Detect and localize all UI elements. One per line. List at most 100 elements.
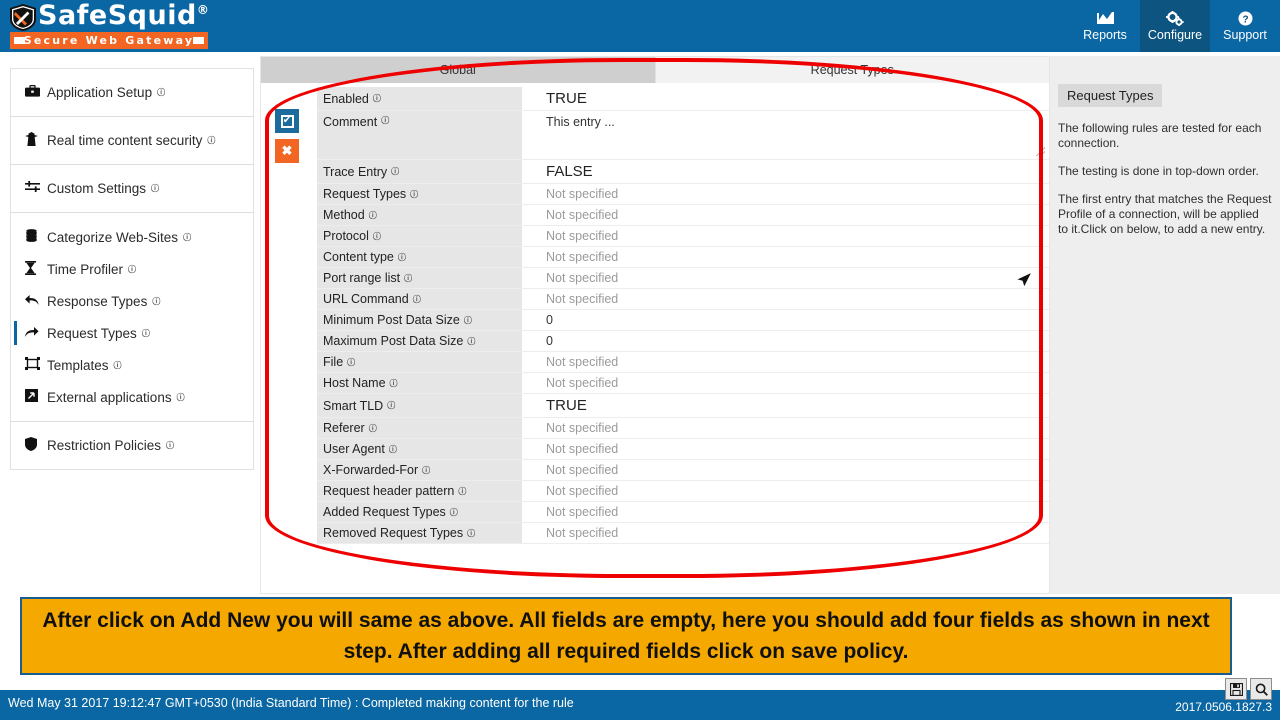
info-icon[interactable]: ⓘ [157, 87, 165, 98]
nav-item-support[interactable]: ? Support [1210, 0, 1280, 52]
save-icon[interactable] [1225, 678, 1247, 700]
info-icon[interactable]: ⓘ [373, 231, 381, 242]
info-icon[interactable]: ⓘ [467, 336, 475, 347]
label-text: URL Command [323, 292, 409, 306]
svg-text:?: ? [1242, 14, 1248, 25]
info-icon[interactable]: ⓘ [151, 183, 159, 194]
info-icon[interactable]: ⓘ [391, 166, 399, 177]
field-label-port-range-list: Port range list ⓘ [317, 268, 522, 288]
label-text: Enabled [323, 91, 369, 106]
info-icon[interactable]: ⓘ [152, 296, 160, 307]
info-icon[interactable]: ⓘ [183, 232, 191, 243]
sidebar-item-custom-settings[interactable]: Custom Settings ⓘ [11, 165, 253, 212]
logo-registered-mark: ® [196, 3, 210, 17]
field-label-comment: Comment ⓘ [317, 111, 522, 159]
label-text: File [323, 355, 344, 369]
info-icon[interactable]: ⓘ [398, 252, 406, 263]
tab-request-types[interactable]: Request Types [655, 57, 1049, 83]
field-value-url-command[interactable]: Not specified [522, 289, 1049, 309]
field-row-minimum-post-data-size: Minimum Post Data Size ⓘ 0 [317, 310, 1049, 331]
info-icon[interactable]: ⓘ [404, 273, 412, 284]
nav-item-reports[interactable]: Reports [1070, 0, 1140, 52]
info-icon[interactable]: ⓘ [177, 392, 185, 403]
field-value-x-forwarded-for[interactable]: Not specified [522, 460, 1049, 480]
group-spacer-top [11, 213, 253, 221]
sidebar-label-custom-settings: Custom Settings [47, 181, 147, 196]
sidebar-item-time-profiler[interactable]: Time Profiler ⓘ [11, 253, 253, 285]
field-row-referer: Referer ⓘ Not specified [317, 418, 1049, 439]
field-value-port-range-list[interactable]: Not specified [522, 268, 1049, 288]
enable-entry-checkbox[interactable]: ✔ [275, 109, 299, 133]
field-value-protocol[interactable]: Not specified [522, 226, 1049, 246]
field-label-enabled: Enabled ⓘ [317, 87, 522, 110]
sidebar-label-time-profiler: Time Profiler [47, 261, 124, 277]
field-value-request-types[interactable]: Not specified [522, 184, 1049, 204]
label-text: Host Name [323, 376, 386, 390]
field-value-content-type[interactable]: Not specified [522, 247, 1049, 267]
sidebar-item-real-time-content-security[interactable]: Real time content security ⓘ [11, 117, 253, 164]
info-icon[interactable]: ⓘ [464, 315, 472, 326]
info-icon[interactable]: ⓘ [381, 115, 389, 126]
field-value-method[interactable]: Not specified [522, 205, 1049, 225]
field-value-trace-entry[interactable]: FALSE [522, 160, 1049, 183]
info-icon[interactable]: ⓘ [128, 264, 136, 275]
info-icon[interactable]: ⓘ [373, 93, 381, 104]
info-icon[interactable]: ⓘ [387, 400, 395, 411]
sidebar-item-external-applications[interactable]: External applications ⓘ [11, 381, 253, 413]
delete-entry-button[interactable]: ✖ [275, 139, 299, 163]
label-text: Added Request Types [323, 505, 446, 519]
field-label-protocol: Protocol ⓘ [317, 226, 522, 246]
field-value-file[interactable]: Not specified [522, 352, 1049, 372]
field-value-added-request-types[interactable]: Not specified [522, 502, 1049, 522]
field-value-enabled[interactable]: TRUE [522, 87, 1049, 110]
info-icon[interactable]: ⓘ [413, 294, 421, 305]
sidebar-group-2: Real time content security ⓘ [11, 117, 253, 165]
info-icon[interactable]: ⓘ [390, 378, 398, 389]
logo[interactable]: SafeSquid® Secure Web Gateway [8, 0, 209, 50]
status-bar-actions [1225, 678, 1272, 700]
field-value-comment[interactable]: This entry ... [522, 111, 1049, 159]
field-value-minimum-post-data-size[interactable]: 0 [522, 310, 1049, 330]
sidebar-group-1: Application Setup ⓘ [11, 69, 253, 117]
info-icon[interactable]: ⓘ [369, 423, 377, 434]
sidebar-item-request-types[interactable]: Request Types ⓘ [11, 317, 253, 349]
info-icon[interactable]: ⓘ [114, 360, 122, 371]
label-text: X-Forwarded-For [323, 463, 419, 477]
info-icon[interactable]: ⓘ [422, 465, 430, 476]
sidebar-item-application-setup[interactable]: Application Setup ⓘ [11, 69, 253, 116]
info-icon[interactable]: ⓘ [410, 189, 418, 200]
top-nav: Reports Configure ? Support [1070, 0, 1280, 52]
field-row-added-request-types: Added Request Types ⓘ Not specified [317, 502, 1049, 523]
info-icon[interactable]: ⓘ [347, 357, 355, 368]
info-icon[interactable]: ⓘ [458, 486, 466, 497]
sidebar-label-response-types: Response Types [47, 293, 148, 309]
sidebar-label-external-applications: External applications [47, 389, 172, 405]
logo-text: SafeSquid® [38, 0, 209, 31]
field-value-referer[interactable]: Not specified [522, 418, 1049, 438]
info-icon[interactable]: ⓘ [467, 528, 475, 539]
field-value-removed-request-types[interactable]: Not specified [522, 523, 1049, 543]
sidebar-item-response-types[interactable]: Response Types ⓘ [11, 285, 253, 317]
version-label: 2017.0506.1827.3 [1175, 700, 1272, 714]
sidebar-item-templates[interactable]: Templates ⓘ [11, 349, 253, 381]
info-icon[interactable]: ⓘ [166, 440, 174, 451]
info-icon[interactable]: ⓘ [369, 210, 377, 221]
sidebar-item-categorize-web-sites[interactable]: Categorize Web-Sites ⓘ [11, 221, 253, 253]
field-value-host-name[interactable]: Not specified [522, 373, 1049, 393]
sidebar-item-restriction-policies[interactable]: Restriction Policies ⓘ [11, 422, 253, 469]
tab-global[interactable]: Global [261, 57, 656, 83]
textarea-resize-handle[interactable] [1036, 147, 1045, 156]
field-value-maximum-post-data-size[interactable]: 0 [522, 331, 1049, 351]
briefcase-icon [25, 84, 45, 100]
info-icon[interactable]: ⓘ [207, 135, 215, 146]
field-value-smart-tld[interactable]: TRUE [522, 394, 1049, 417]
info-icon[interactable]: ⓘ [450, 507, 458, 518]
field-label-x-forwarded-for: X-Forwarded-For ⓘ [317, 460, 522, 480]
search-icon[interactable] [1250, 678, 1272, 700]
field-value-request-header-pattern[interactable]: Not specified [522, 481, 1049, 501]
field-value-user-agent[interactable]: Not specified [522, 439, 1049, 459]
help-panel: Request Types The following rules are te… [1050, 56, 1280, 594]
nav-item-configure[interactable]: Configure [1140, 0, 1210, 52]
info-icon[interactable]: ⓘ [389, 444, 397, 455]
info-icon[interactable]: ⓘ [142, 328, 150, 339]
